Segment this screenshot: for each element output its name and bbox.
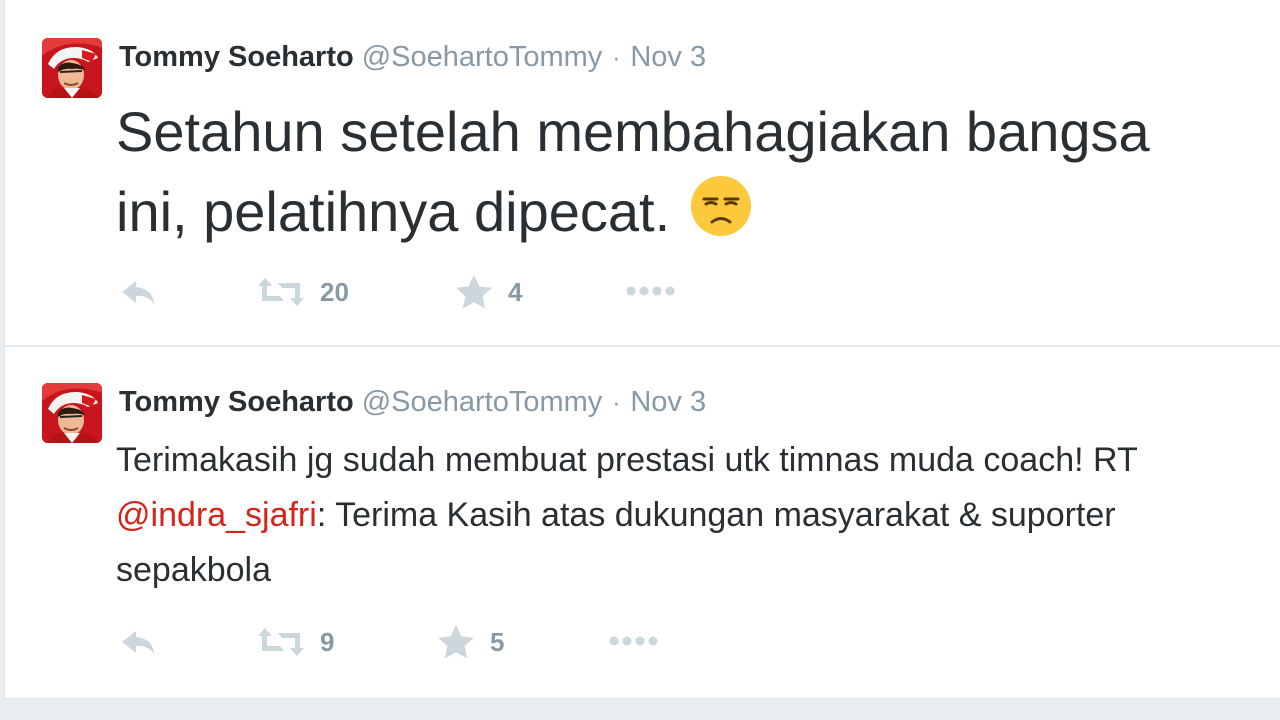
tweet-text-line-2: @indra_sjafri: Terima Kasih atas dukunga…	[116, 488, 1280, 543]
avatar[interactable]	[42, 383, 102, 443]
favorite-star-icon	[456, 275, 492, 309]
tweet-actions: 20 4	[5, 272, 1280, 312]
retweet-icon	[258, 628, 304, 656]
retweet-button[interactable]: 20	[256, 272, 349, 312]
tweet-text-segment: ini, pelatihnya dipecat.	[116, 180, 671, 243]
tweet-text-line-2: ini, pelatihnya dipecat.	[116, 172, 1280, 252]
user-fullname[interactable]: Tommy Soeharto	[119, 41, 354, 73]
tweet-text: Terimakasih jg sudah membuat prestasi ut…	[116, 433, 1280, 598]
tweet[interactable]: Tommy Soeharto @SoehartoTommy · Nov 3 Terim…	[5, 347, 1280, 698]
favorite-star-icon	[438, 625, 474, 659]
more-options-button[interactable]	[626, 272, 676, 312]
tweet-timestamp[interactable]: Nov 3	[630, 41, 706, 73]
reply-button[interactable]	[119, 272, 159, 312]
avatar[interactable]	[42, 38, 102, 98]
user-handle[interactable]: @SoehartoTommy	[362, 41, 603, 73]
timeline: Tommy Soeharto @SoehartoTommy · Nov 3 Setah…	[4, 0, 1280, 699]
tweet-header: Tommy Soeharto @SoehartoTommy · Nov 3	[119, 384, 706, 422]
retweet-count: 20	[320, 276, 349, 307]
retweet-count: 9	[320, 626, 335, 657]
tweet-header: Tommy Soeharto @SoehartoTommy · Nov 3	[119, 39, 706, 77]
tweet-text-segment: : Terima Kasih atas dukungan masyarakat …	[316, 496, 1116, 534]
separator-dot: ·	[612, 390, 621, 417]
tweet-text: Setahun setelah membahagiakan bangsa ini…	[116, 92, 1280, 252]
retweet-icon	[258, 278, 304, 306]
tweet[interactable]: Tommy Soeharto @SoehartoTommy · Nov 3 Setah…	[5, 0, 1280, 347]
tweet-text-line: Terimakasih jg sudah membuat prestasi ut…	[116, 441, 1138, 479]
more-options-button[interactable]	[609, 622, 659, 662]
tweet-text-line-3: sepakbola	[116, 551, 272, 589]
reply-icon	[122, 631, 154, 654]
favorite-button[interactable]: 4	[456, 272, 522, 312]
user-handle[interactable]: @SoehartoTommy	[362, 386, 603, 418]
tweet-actions: 9 5	[5, 622, 1280, 662]
more-options-icon	[626, 286, 675, 296]
tweet-text-line: Setahun setelah membahagiakan bangsa	[116, 100, 1150, 163]
reply-icon	[122, 281, 154, 304]
favorite-count: 4	[508, 276, 523, 307]
retweet-button[interactable]: 9	[256, 622, 334, 662]
mention-link[interactable]: @indra_sjafri	[116, 496, 317, 534]
favorite-count: 5	[490, 626, 505, 657]
reply-button[interactable]	[119, 622, 159, 662]
favorite-button[interactable]: 5	[438, 622, 504, 662]
tweet-timestamp[interactable]: Nov 3	[630, 386, 706, 418]
user-fullname[interactable]: Tommy Soeharto	[119, 386, 354, 418]
unamused-face-icon	[690, 175, 752, 237]
separator-dot: ·	[612, 45, 621, 72]
more-options-icon	[609, 636, 658, 646]
